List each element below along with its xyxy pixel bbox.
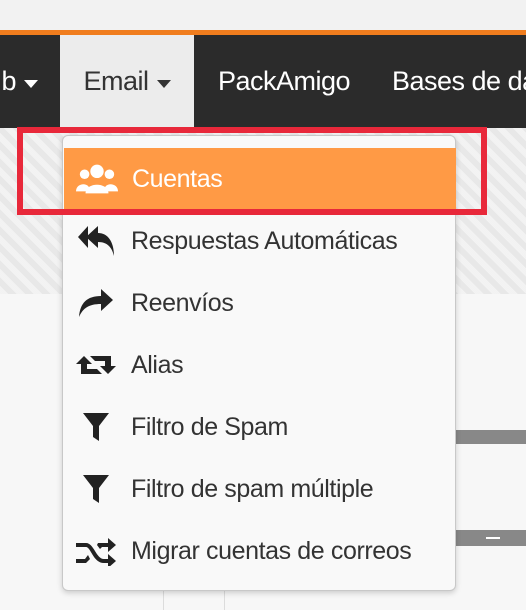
reply-all-icon [75, 220, 117, 262]
background-bar [454, 430, 526, 444]
nav-item-email[interactable]: Email [60, 35, 194, 128]
nav-item-packamigo[interactable]: PackAmigo [218, 35, 351, 128]
chevron-down-icon [24, 79, 38, 88]
nav-item-web-label: b [1, 66, 16, 96]
nav-item-email-label: Email [83, 66, 149, 96]
menu-item-label: Migrar cuentas de correos [131, 536, 412, 565]
nav-item-web[interactable]: b [0, 35, 58, 128]
menu-item-label: Filtro de Spam [131, 412, 288, 441]
chevron-down-icon [156, 79, 171, 88]
retweet-icon [75, 344, 117, 386]
filter-icon [75, 468, 117, 510]
nav-item-bases-label: Bases de da [392, 66, 526, 96]
nav-item-bases-de-datos[interactable]: Bases de da [392, 35, 526, 128]
menu-item-filtro-de-spam[interactable]: Filtro de Spam [63, 396, 455, 458]
menu-item-alias[interactable]: Alias [63, 334, 455, 396]
menu-item-migrar-cuentas[interactable]: Migrar cuentas de correos [63, 520, 455, 582]
menu-item-label: Respuestas Automáticas [131, 226, 398, 255]
menu-item-filtro-de-spam-multiple[interactable]: Filtro de spam múltiple [63, 458, 455, 520]
menu-item-label: Reenvíos [131, 288, 234, 317]
menu-item-respuestas-automaticas[interactable]: Respuestas Automáticas [63, 210, 455, 272]
top-strip [0, 0, 526, 30]
filter-icon [75, 406, 117, 448]
nav-item-packamigo-label: PackAmigo [218, 66, 351, 96]
highlight-annotation [17, 127, 487, 215]
menu-item-reenvios[interactable]: Reenvíos [63, 272, 455, 334]
menu-item-label: Filtro de spam múltiple [131, 474, 374, 503]
main-navbar: b Email PackAmigo Bases de da [0, 35, 526, 128]
forward-icon [75, 282, 117, 324]
background-bar [454, 530, 526, 546]
random-icon [75, 530, 117, 572]
menu-item-label: Alias [131, 350, 184, 379]
